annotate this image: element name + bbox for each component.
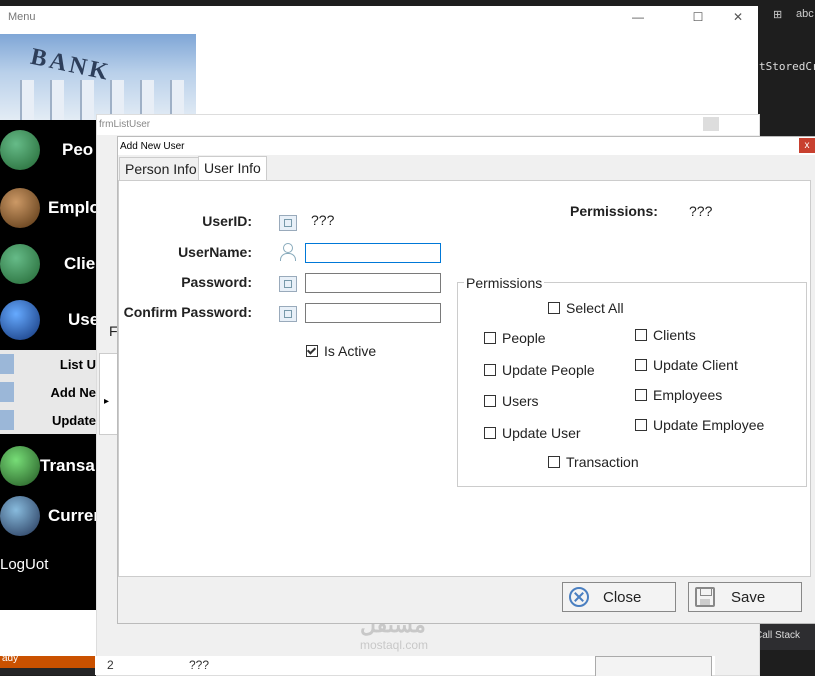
password-label: Password: bbox=[181, 274, 252, 290]
bank-column bbox=[20, 80, 34, 120]
id-icon bbox=[279, 215, 297, 231]
list-users-title: frmListUser bbox=[99, 119, 151, 130]
sidebar-item-users[interactable]: Use bbox=[0, 292, 99, 346]
submenu-add-new-user[interactable]: Add Ne bbox=[0, 378, 96, 406]
close-button[interactable]: Close bbox=[562, 582, 676, 612]
toolbar-abc-icon[interactable]: abc bbox=[796, 8, 815, 28]
checkbox-icon bbox=[635, 329, 647, 341]
update-icon bbox=[0, 410, 14, 430]
bank-column bbox=[50, 80, 64, 120]
bank-banner: BANK bbox=[0, 34, 196, 120]
username-input[interactable] bbox=[305, 243, 441, 263]
list-users-title-bar: frmListUser bbox=[97, 115, 759, 135]
perm-select-all[interactable]: Select All bbox=[548, 300, 624, 316]
submenu-update-user[interactable]: Update bbox=[0, 406, 96, 434]
checkbox-icon bbox=[548, 456, 560, 468]
minimize-icon[interactable]: — bbox=[618, 6, 658, 28]
sidebar-item-employees[interactable]: Emplo bbox=[0, 180, 100, 234]
password-input[interactable] bbox=[305, 273, 441, 293]
perm-update-employee[interactable]: Update Employee bbox=[635, 417, 764, 433]
permissions-legend: Permissions bbox=[464, 275, 545, 291]
close-window-icon[interactable]: ✕ bbox=[718, 6, 758, 28]
sidebar: Peo Emplo Clie Use List U Add Ne Update … bbox=[0, 120, 104, 610]
user-icon bbox=[279, 243, 296, 261]
list-icon bbox=[0, 354, 14, 374]
user-info-page: UserID: ??? UserName: Password: Confirm … bbox=[118, 180, 811, 577]
tab-person-info[interactable]: Person Info bbox=[119, 157, 203, 180]
row-selector-icon: ▸ bbox=[104, 396, 110, 407]
perm-update-people[interactable]: Update People bbox=[484, 362, 595, 378]
dialog-title: Add New User bbox=[120, 141, 185, 152]
checkbox-icon bbox=[548, 302, 560, 314]
toolbar-icon[interactable]: ⊞ bbox=[773, 8, 793, 28]
sidebar-item-clients[interactable]: Clie bbox=[0, 236, 96, 290]
submenu-list-users[interactable]: List U bbox=[0, 350, 96, 378]
perm-users[interactable]: Users bbox=[484, 393, 539, 409]
users-icon bbox=[0, 300, 40, 340]
checkbox-icon bbox=[484, 427, 496, 439]
checkbox-checked-icon bbox=[306, 345, 318, 357]
list-bottom-row: 2 ??? bbox=[95, 656, 715, 676]
confirm-password-icon bbox=[279, 306, 297, 322]
sidebar-item-currency[interactable]: Curren bbox=[0, 488, 104, 542]
transactions-icon bbox=[0, 446, 40, 486]
checkbox-icon bbox=[635, 419, 647, 431]
list-close-button[interactable] bbox=[595, 656, 712, 676]
user-id-value: ??? bbox=[311, 212, 335, 228]
confirm-password-input[interactable] bbox=[305, 303, 441, 323]
employees-icon bbox=[0, 188, 40, 228]
is-active-checkbox[interactable]: Is Active bbox=[306, 343, 376, 359]
dialog-close-icon[interactable]: x bbox=[799, 138, 815, 153]
swift-icon bbox=[0, 496, 40, 536]
password-icon bbox=[279, 276, 297, 292]
perm-employees[interactable]: Employees bbox=[635, 387, 722, 403]
save-button[interactable]: Save bbox=[688, 582, 802, 612]
list-close-icon[interactable] bbox=[703, 117, 719, 131]
checkbox-icon bbox=[635, 389, 647, 401]
people-icon bbox=[0, 130, 40, 170]
perm-update-user[interactable]: Update User bbox=[484, 425, 581, 441]
permissions-header-value: ??? bbox=[689, 203, 713, 219]
perm-people[interactable]: People bbox=[484, 330, 546, 346]
close-circle-icon bbox=[569, 587, 589, 607]
username-label: UserName: bbox=[178, 244, 252, 260]
sidebar-item-transactions[interactable]: Transa bbox=[0, 438, 96, 492]
logout-button[interactable]: LogUot bbox=[0, 556, 48, 573]
tab-user-info[interactable]: User Info bbox=[198, 156, 267, 181]
bank-column bbox=[80, 80, 94, 120]
checkbox-icon bbox=[635, 359, 647, 371]
maximize-icon[interactable]: ☐ bbox=[678, 6, 718, 28]
perm-update-client[interactable]: Update Client bbox=[635, 357, 738, 373]
user-id-label: UserID: bbox=[202, 213, 252, 229]
permissions-group: Permissions Select All People Update Peo… bbox=[457, 275, 807, 487]
checkbox-icon bbox=[484, 395, 496, 407]
checkbox-icon bbox=[484, 332, 496, 344]
perm-transaction[interactable]: Transaction bbox=[548, 454, 639, 470]
dialog-title-bar: Add New User x bbox=[118, 137, 815, 155]
add-user-icon bbox=[0, 382, 14, 402]
sidebar-item-people[interactable]: Peo bbox=[0, 122, 96, 176]
perm-clients[interactable]: Clients bbox=[635, 327, 696, 343]
checkbox-icon bbox=[484, 364, 496, 376]
save-disk-icon bbox=[695, 587, 715, 607]
clients-icon bbox=[0, 244, 40, 284]
add-user-dialog: Add New User x Person Info User Info Use… bbox=[117, 136, 815, 624]
code-fragment: tStoredCrede bbox=[759, 60, 815, 73]
permissions-header-label: Permissions: bbox=[570, 203, 658, 219]
confirm-password-label: Confirm Password: bbox=[123, 304, 252, 320]
bank-sign: BANK bbox=[28, 43, 114, 87]
menu-title-bar: Menu — ☐ ✕ bbox=[0, 6, 758, 28]
menu-window-title: Menu bbox=[8, 11, 36, 23]
